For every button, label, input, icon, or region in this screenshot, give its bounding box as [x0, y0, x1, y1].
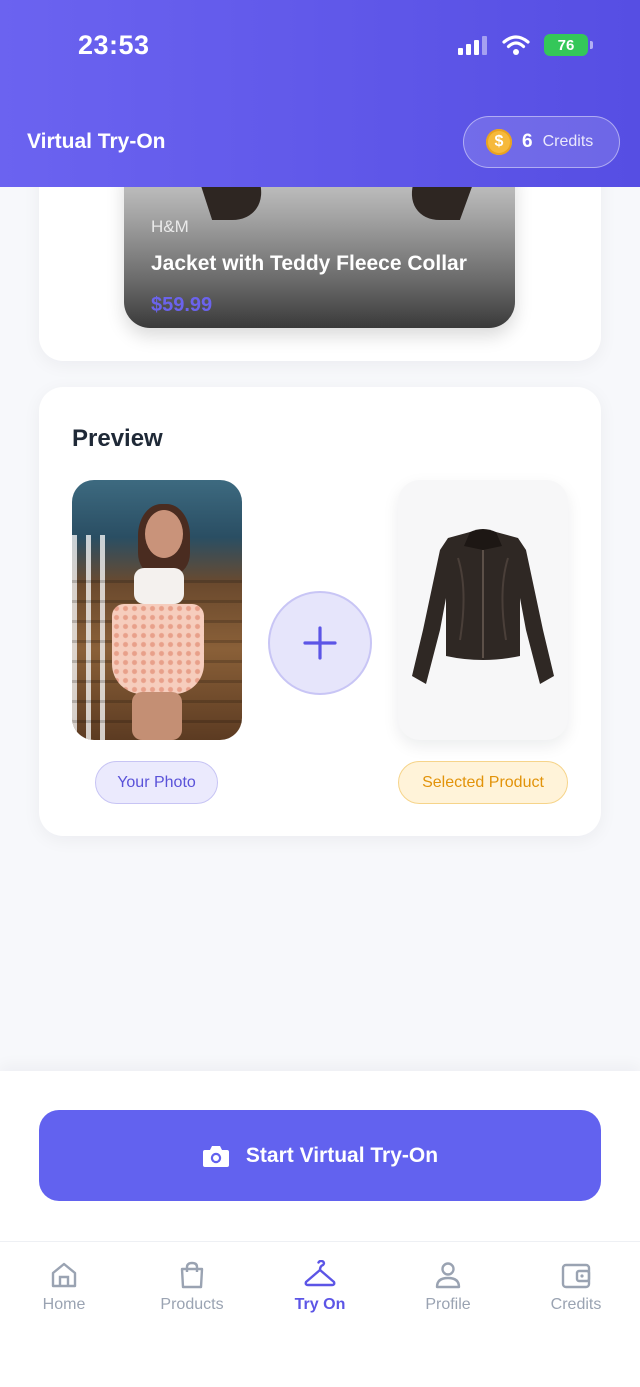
plus-icon: [268, 591, 372, 695]
cellular-signal-icon: [458, 36, 487, 55]
credits-balance-button[interactable]: $ 6 Credits: [463, 116, 620, 168]
tab-products[interactable]: Products: [128, 1260, 256, 1330]
action-area: Start Virtual Try-On: [0, 1071, 640, 1241]
wifi-icon: [502, 35, 530, 55]
tab-try-on[interactable]: Try On: [256, 1260, 384, 1330]
status-time: 23:53: [78, 30, 150, 60]
preview-card: Preview Your Photo Selected Product: [39, 387, 601, 836]
tab-credits[interactable]: Credits: [512, 1260, 640, 1330]
preview-title: Preview: [72, 425, 163, 452]
user-photo[interactable]: [72, 480, 242, 740]
home-icon: [51, 1262, 77, 1288]
user-icon: [435, 1262, 461, 1289]
product-brand: H&M: [151, 217, 189, 236]
start-button-label: Start Virtual Try-On: [245, 1143, 439, 1167]
wallet-icon: [561, 1263, 591, 1289]
tab-profile[interactable]: Profile: [384, 1260, 512, 1330]
battery-indicator: 76: [544, 34, 593, 56]
tab-home[interactable]: Home: [0, 1260, 128, 1330]
start-virtual-try-on-button[interactable]: Start Virtual Try-On: [39, 1110, 601, 1201]
status-icons: 76: [458, 34, 593, 56]
coin-icon: $: [486, 129, 512, 155]
your-photo-badge: Your Photo: [95, 761, 218, 804]
selected-product-badge: Selected Product: [398, 761, 568, 804]
jacket-image: [412, 529, 554, 684]
your-photo-label: Your Photo: [117, 773, 196, 791]
bottom-tab-bar: Home Products Try On Profile Credits: [0, 1241, 640, 1387]
tab-products-label: Products: [160, 1296, 224, 1313]
camera-icon: [202, 1145, 229, 1167]
hanger-icon: [304, 1260, 336, 1287]
tab-home-label: Home: [42, 1296, 86, 1313]
product-price: $59.99: [151, 294, 213, 316]
credits-label: Credits: [542, 133, 594, 150]
selected-product-label: Selected Product: [422, 773, 544, 791]
product-name: Jacket with Teddy Fleece Collar: [151, 252, 467, 275]
credits-count: 6: [522, 131, 533, 152]
product-banner[interactable]: H&M Jacket with Teddy Fleece Collar $59.…: [124, 170, 515, 328]
battery-level: 76: [557, 36, 575, 54]
tab-try-on-label: Try On: [294, 1296, 346, 1313]
shopping-bag-icon: [180, 1261, 204, 1289]
plus-glyph: [303, 626, 337, 660]
tab-profile-label: Profile: [425, 1296, 471, 1313]
tab-credits-label: Credits: [550, 1296, 602, 1313]
selected-product-image[interactable]: [398, 480, 568, 740]
app-header: 23:53 76 Virtual Try-On $ 6 Credits: [0, 0, 640, 187]
page-title: Virtual Try-On: [27, 130, 166, 153]
